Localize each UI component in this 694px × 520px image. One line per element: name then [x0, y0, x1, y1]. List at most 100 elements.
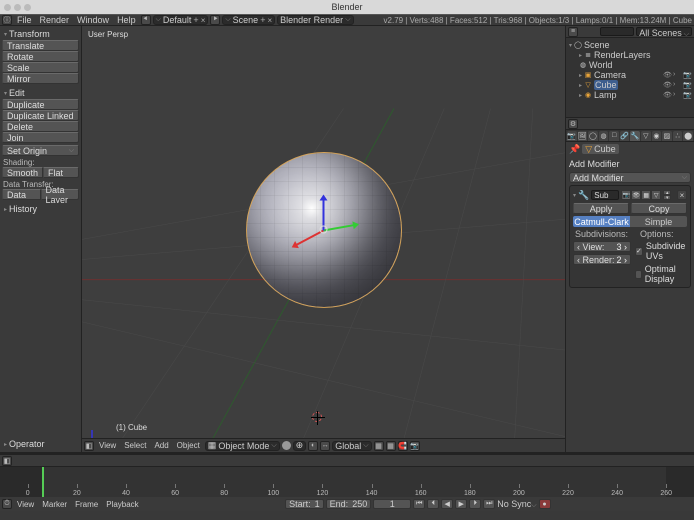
operator-panel-header[interactable]: ▸Operator: [2, 438, 79, 450]
render-preview-button[interactable]: 📷: [410, 441, 420, 451]
menu-help[interactable]: Help: [114, 15, 139, 25]
vp-menu-add[interactable]: Add: [151, 441, 171, 450]
eye-icon[interactable]: 👁: [663, 71, 671, 79]
constraints-tab[interactable]: 🔗: [620, 131, 630, 141]
back-button[interactable]: ⯇: [141, 15, 151, 25]
tree-item-camera[interactable]: ▸▣Camera👁›📷: [569, 70, 691, 80]
triangle-down-icon[interactable]: ▾: [573, 192, 576, 199]
manipulator-translate-icon[interactable]: ↔: [320, 441, 330, 451]
close-icon[interactable]: ×: [201, 16, 206, 25]
texture-tab[interactable]: ▨: [662, 131, 672, 141]
shade-smooth-button[interactable]: Smooth: [2, 167, 43, 178]
menu-file[interactable]: File: [14, 15, 35, 25]
material-tab[interactable]: ◉: [652, 131, 662, 141]
set-origin-dropdown[interactable]: Set Origin⌵: [2, 145, 79, 156]
scene-dropdown[interactable]: ⌵ Scene + ×: [222, 15, 275, 25]
layer-button[interactable]: ▦: [386, 441, 396, 451]
vp-menu-object[interactable]: Object: [174, 441, 203, 450]
render-subdivision-field[interactable]: ‹ Render:2 ›: [573, 254, 631, 265]
cursor-icon[interactable]: ›: [673, 91, 681, 99]
gizmo-center[interactable]: [319, 226, 327, 234]
subdivided-cube-object[interactable]: [246, 152, 402, 308]
render-toggle[interactable]: 📷: [621, 190, 631, 200]
add-modifier-dropdown[interactable]: Add Modifier⌵: [569, 172, 691, 183]
tree-item-lamp[interactable]: ▸◉Lamp👁›📷: [569, 90, 691, 100]
editor-type-icon[interactable]: ⚙: [568, 119, 578, 129]
move-down-button[interactable]: ▾: [663, 195, 671, 200]
3d-viewport[interactable]: User Persp (1) Cube ◧ View Select Add Ob…: [82, 26, 565, 452]
cursor-icon[interactable]: ›: [673, 81, 681, 89]
editor-type-icon[interactable]: ⏱: [2, 499, 12, 509]
layer-button[interactable]: ▦: [374, 441, 384, 451]
subdivide-uvs-checkbox[interactable]: ✓Subdivide UVs: [635, 241, 687, 261]
edit-panel-header[interactable]: ▾Edit: [2, 87, 79, 99]
outliner-search-input[interactable]: [600, 27, 634, 36]
optimal-display-checkbox[interactable]: Optimal Display: [635, 264, 687, 284]
outliner-tree[interactable]: ▾◯Scene ▸≣RenderLayers ◍World ▸▣Camera👁›…: [566, 38, 694, 102]
orientation-dropdown[interactable]: Global⌵: [332, 441, 371, 451]
render-icon[interactable]: 📷: [683, 71, 691, 79]
mode-dropdown[interactable]: ▦Object Mode⌵: [205, 441, 280, 451]
tree-item-scene[interactable]: ▾◯Scene: [569, 40, 691, 50]
editor-type-icon[interactable]: ⓘ: [2, 15, 12, 25]
3d-cursor-icon[interactable]: [312, 412, 322, 422]
disclosure-icon[interactable]: ▸: [579, 72, 582, 79]
shade-flat-button[interactable]: Flat: [43, 167, 79, 178]
disclosure-icon[interactable]: ▸: [579, 92, 582, 99]
remove-modifier-button[interactable]: ×: [677, 190, 687, 200]
shading-dropdown[interactable]: [282, 441, 291, 450]
copy-button[interactable]: Copy: [631, 203, 687, 214]
layout-dropdown[interactable]: ⌵ Default + ×: [153, 15, 209, 25]
object-tab[interactable]: □: [609, 131, 619, 141]
play-button[interactable]: ▶: [455, 499, 467, 509]
modifiers-tab[interactable]: 🔧: [630, 131, 640, 141]
render-icon[interactable]: 📷: [683, 81, 691, 89]
cage-toggle[interactable]: ▽: [651, 190, 661, 200]
disclosure-icon[interactable]: ▸: [579, 82, 582, 89]
transform-gizmo[interactable]: [323, 230, 324, 231]
tree-item-renderlayers[interactable]: ▸≣RenderLayers: [569, 50, 691, 60]
editmode-toggle[interactable]: ▦: [641, 190, 651, 200]
jump-end-button[interactable]: ⏭: [483, 499, 495, 509]
render-tab[interactable]: 📷: [567, 131, 577, 141]
editor-type-icon[interactable]: ≡: [568, 27, 578, 37]
tree-item-world[interactable]: ◍World: [569, 60, 691, 70]
sync-dropdown[interactable]: No Sync⌵: [497, 499, 536, 510]
transform-panel-header[interactable]: ▾Transform: [2, 28, 79, 40]
apply-button[interactable]: Apply: [573, 203, 629, 214]
plus-icon[interactable]: +: [193, 15, 198, 25]
data-button[interactable]: Data: [2, 189, 41, 200]
editor-type-icon[interactable]: ◧: [84, 441, 94, 451]
outliner-filter-dropdown[interactable]: All Scenes ⌵: [636, 27, 692, 36]
plus-icon[interactable]: +: [260, 15, 265, 25]
join-button[interactable]: Join: [2, 132, 79, 143]
delete-button[interactable]: Delete: [2, 121, 79, 132]
tree-item-cube[interactable]: ▸▽Cube👁›📷: [569, 80, 691, 90]
modifier-name-field[interactable]: [591, 190, 619, 200]
scale-button[interactable]: Scale: [2, 62, 79, 73]
duplicate-button[interactable]: Duplicate: [2, 99, 79, 110]
jump-start-button[interactable]: ⏮: [413, 499, 425, 509]
manipulator-toggle[interactable]: ◐: [308, 441, 318, 451]
view-subdivision-field[interactable]: ‹ View:3 ›: [573, 241, 631, 252]
keyframe-next-button[interactable]: ⏵: [469, 499, 481, 509]
data-layer-button[interactable]: Data Layer: [41, 189, 80, 200]
disclosure-icon[interactable]: ▾: [569, 42, 572, 49]
scene-tab[interactable]: ◯: [588, 131, 598, 141]
particles-tab[interactable]: ∴: [673, 131, 683, 141]
editor-type-icon[interactable]: ◧: [2, 456, 12, 466]
rotate-button[interactable]: Rotate: [2, 51, 79, 62]
world-tab[interactable]: ◍: [599, 131, 609, 141]
tl-menu-playback[interactable]: Playback: [103, 500, 141, 509]
pivot-dropdown[interactable]: ⊕: [293, 441, 307, 451]
viewport-toggle[interactable]: 👁: [631, 190, 641, 200]
vp-menu-view[interactable]: View: [96, 441, 119, 450]
eye-icon[interactable]: 👁: [663, 81, 671, 89]
tl-menu-frame[interactable]: Frame: [72, 500, 101, 509]
timeline-track[interactable]: 020406080100120140160180200220240260: [0, 467, 694, 497]
renderlayers-tab[interactable]: 🖼: [578, 131, 588, 141]
close-icon[interactable]: ×: [267, 16, 272, 25]
vp-menu-select[interactable]: Select: [121, 441, 149, 450]
cursor-icon[interactable]: ›: [673, 71, 681, 79]
play-reverse-button[interactable]: ◀: [441, 499, 453, 509]
